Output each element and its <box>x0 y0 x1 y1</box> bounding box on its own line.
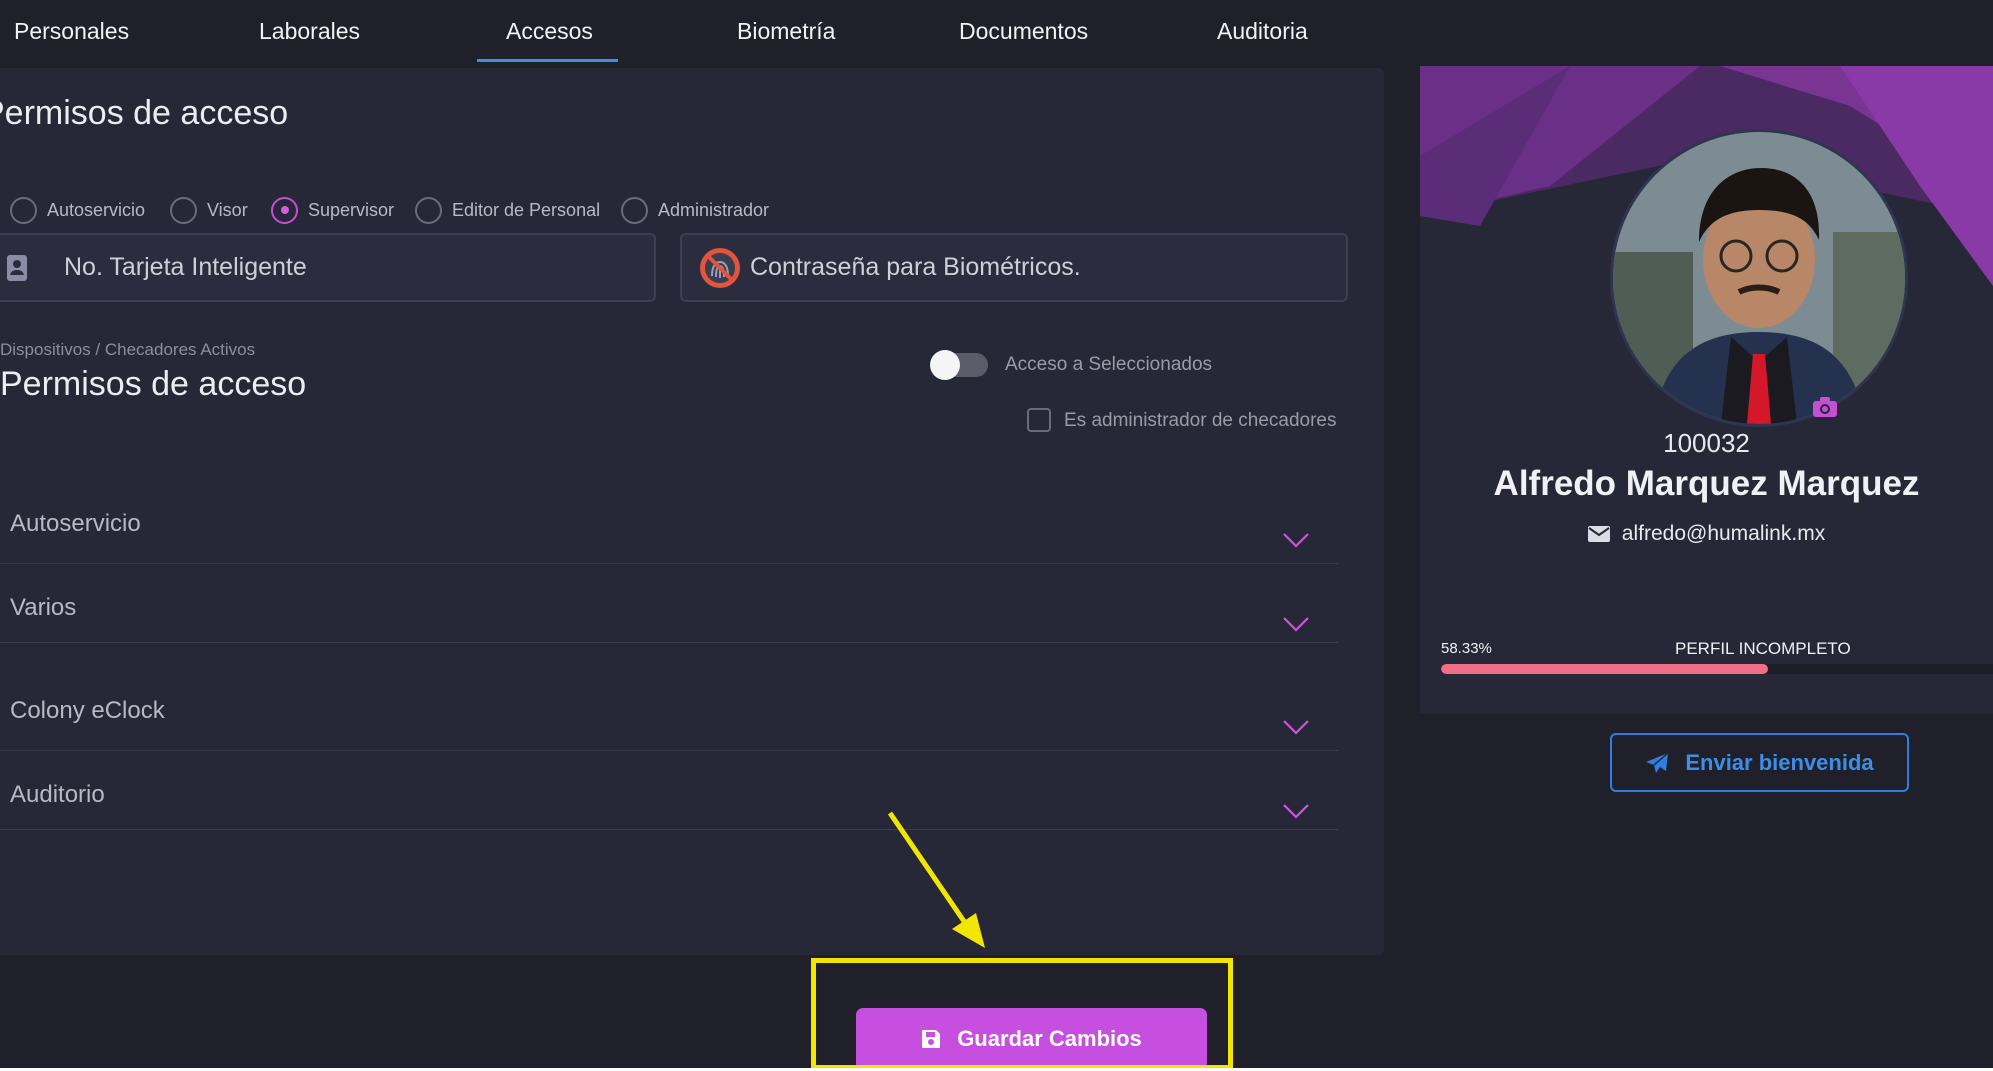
completion-percent: 58.33% <box>1441 640 1492 657</box>
role-label: Supervisor <box>308 199 395 220</box>
access-selected-toggle[interactable] <box>930 350 988 380</box>
role-label: Editor de Personal <box>452 199 601 220</box>
employee-id: 100032 <box>1663 428 1750 458</box>
role-label: Visor <box>207 199 248 220</box>
save-changes-label: Guardar Cambios <box>957 1026 1142 1051</box>
tab-accesos[interactable]: Accesos <box>506 0 593 62</box>
access-panel: Permisos de acceso Autoservicio Visor Su… <box>0 68 1384 955</box>
radio-dot <box>280 206 289 214</box>
save-changes-button[interactable]: Guardar Cambios <box>856 1008 1207 1070</box>
employee-name: Alfredo Marquez Marquez <box>1493 464 1920 503</box>
accordion-title: Auditorio <box>10 781 105 808</box>
accordion-item-auditorio[interactable]: Auditorio <box>0 751 1338 830</box>
radio-circle[interactable] <box>621 196 648 224</box>
tab-documentos[interactable]: Documentos <box>959 0 1088 62</box>
envelope-icon <box>1587 526 1610 542</box>
smart-card-field[interactable] <box>0 233 656 302</box>
devices-caption: Dispositivos / Checadores Activos <box>0 340 256 359</box>
tab-laborales[interactable]: Laborales <box>259 0 360 62</box>
role-radio-supervisor[interactable]: Supervisor <box>271 193 394 227</box>
send-welcome-button[interactable]: Enviar bienvenida <box>1610 733 1909 792</box>
role-radio-autoservicio[interactable]: Autoservicio <box>10 193 145 227</box>
role-label: Administrador <box>658 199 770 220</box>
avatar <box>1613 132 1905 424</box>
completion-progress-fill <box>1441 664 1768 674</box>
accordion-item-varios[interactable]: Varios <box>0 564 1338 643</box>
checker-admin-checkbox[interactable] <box>1027 408 1051 432</box>
chevron-down-icon[interactable] <box>1282 532 1310 548</box>
tab-bar: Personales Laborales Accesos Biometría D… <box>0 0 1993 66</box>
profile-card: 100032 Alfredo Marquez Marquez alfredo@h… <box>1420 66 1993 714</box>
active-tab-indicator <box>477 59 618 62</box>
toggle-knob[interactable] <box>930 350 960 380</box>
role-radio-editor-de-personal[interactable]: Editor de Personal <box>415 193 600 227</box>
camera-icon[interactable] <box>1812 396 1838 418</box>
radio-circle[interactable] <box>10 196 37 224</box>
role-label: Autoservicio <box>47 199 146 220</box>
smart-card-input[interactable] <box>62 252 654 283</box>
send-welcome-label: Enviar bienvenida <box>1685 749 1874 775</box>
role-radio-administrador[interactable]: Administrador <box>621 193 769 227</box>
annotation-arrow <box>887 811 985 948</box>
biometric-password-field[interactable] <box>680 233 1348 302</box>
completion-progress-bar <box>1441 664 1993 674</box>
paper-plane-icon <box>1646 751 1669 773</box>
accordion-title: Varios <box>10 594 77 621</box>
role-radio-visor[interactable]: Visor <box>170 193 248 227</box>
tab-biometria[interactable]: Biometría <box>737 0 835 62</box>
radio-circle-selected[interactable] <box>271 196 298 224</box>
access-section-title: Permisos de acceso <box>0 94 289 132</box>
radio-circle[interactable] <box>415 196 442 224</box>
tab-personales[interactable]: Personales <box>14 0 129 62</box>
checker-admin-label: Es administrador de checadores <box>1064 410 1337 431</box>
accordion-item-colony-eclock[interactable]: Colony eClock <box>0 643 1338 751</box>
avatar-photo <box>1613 132 1905 424</box>
radio-circle[interactable] <box>170 196 197 224</box>
fingerprint-blocked-icon <box>698 246 742 290</box>
access-selected-label: Acceso a Seleccionados <box>1005 354 1213 375</box>
devices-section-title: Permisos de acceso <box>0 365 307 403</box>
accordion-title: Autoservicio <box>10 510 141 537</box>
profile-status: PERFIL INCOMPLETO <box>1675 639 1851 658</box>
biometric-password-input[interactable] <box>748 252 1346 283</box>
id-card-icon <box>6 254 28 282</box>
chevron-down-icon[interactable] <box>1282 803 1310 819</box>
chevron-down-icon[interactable] <box>1282 719 1310 735</box>
tab-auditoria[interactable]: Auditoria <box>1217 0 1308 62</box>
chevron-down-icon[interactable] <box>1282 616 1310 632</box>
floppy-disk-icon <box>922 1030 941 1048</box>
accordion-item-autoservicio[interactable]: Autoservicio <box>0 478 1338 564</box>
employee-email: alfredo@humalink.mx <box>1621 522 1826 545</box>
employee-email-row: alfredo@humalink.mx <box>1420 522 1993 546</box>
accordion-title: Colony eClock <box>10 697 165 724</box>
